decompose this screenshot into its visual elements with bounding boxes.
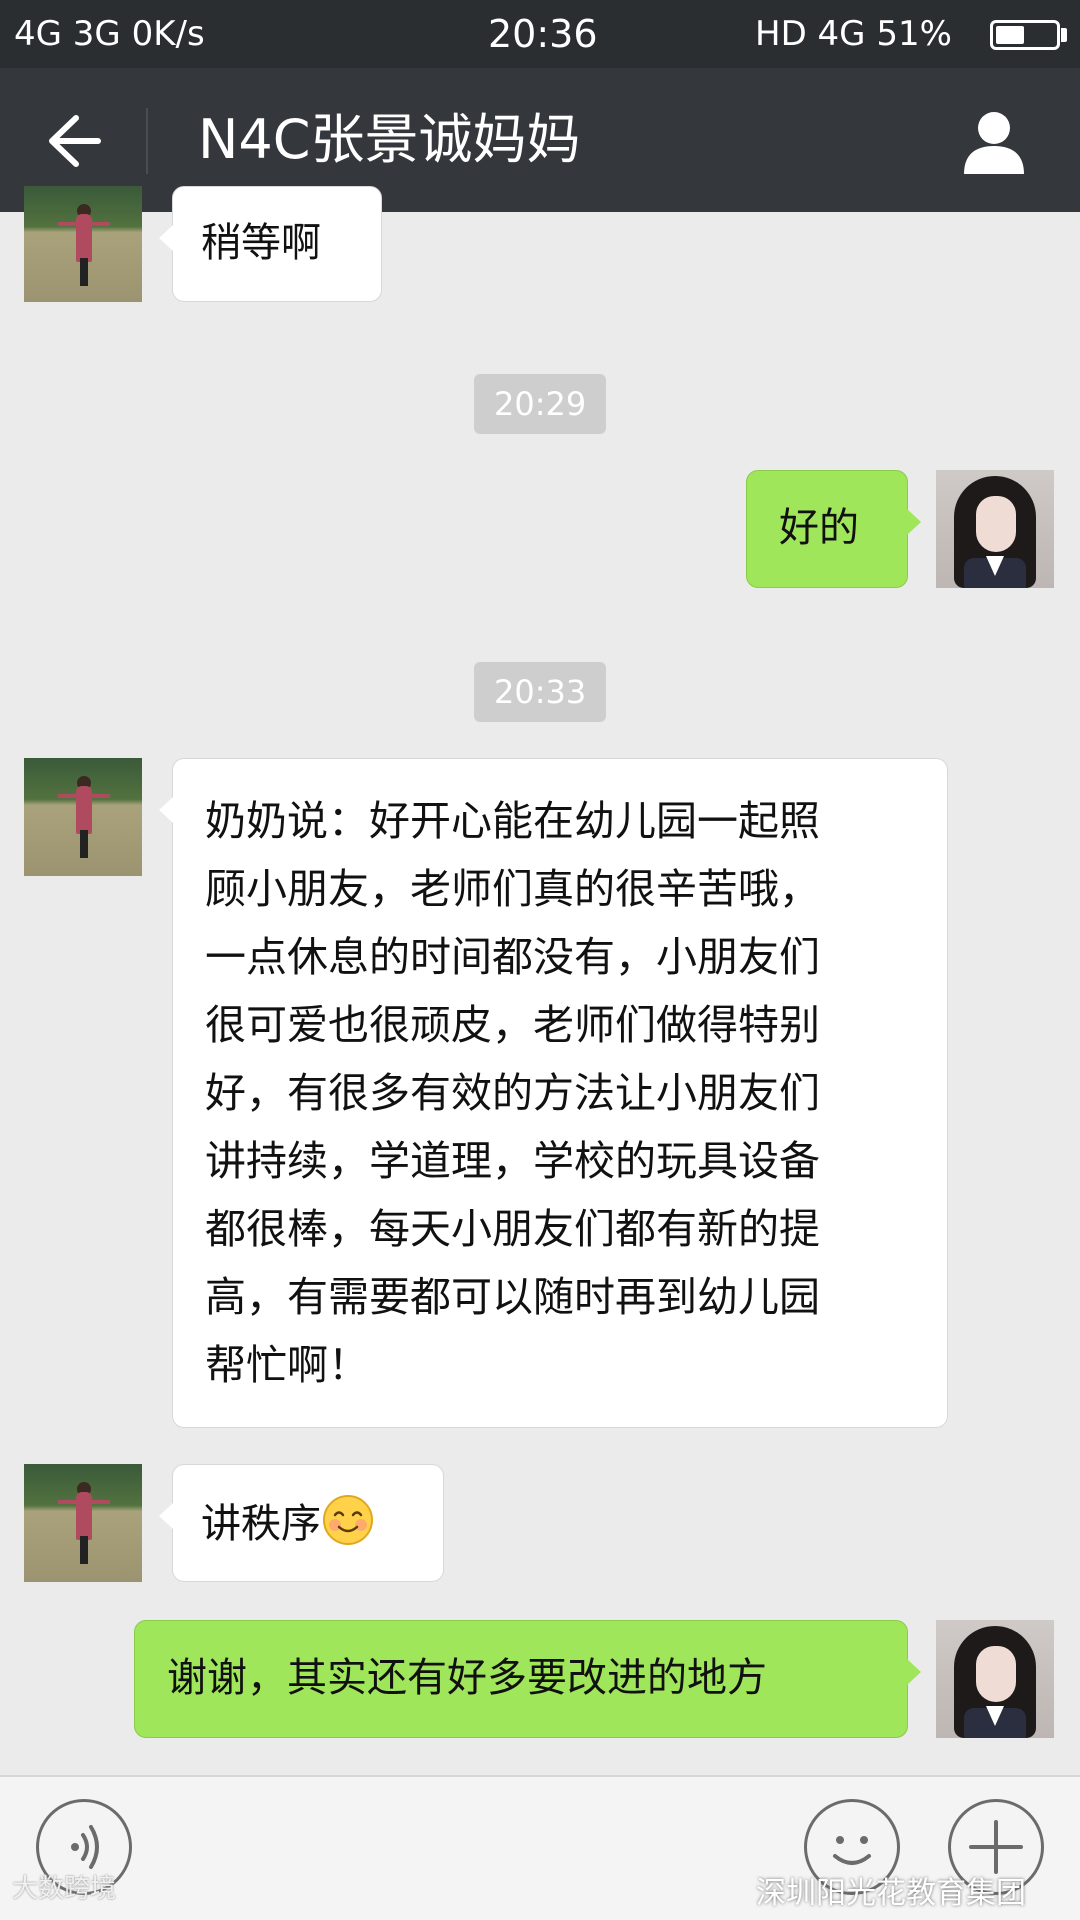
my-avatar[interactable]: [936, 1620, 1054, 1738]
message-line: 帮忙啊！: [205, 1341, 369, 1389]
chat-title: N4C张景诚妈妈: [198, 108, 581, 171]
message-line: 顾小朋友，老师们真的很辛苦哦，: [205, 865, 820, 913]
back-arrow-icon: [49, 115, 101, 167]
chat-info-button[interactable]: [956, 104, 1032, 180]
message-text: 好的: [779, 505, 859, 551]
header-divider: [146, 108, 148, 174]
contact-avatar[interactable]: [24, 186, 142, 302]
message-line: 高，有需要都可以随时再到幼儿园: [205, 1273, 820, 1321]
message-line: 奶奶说：好开心能在幼儿园一起照: [205, 797, 820, 845]
contact-avatar[interactable]: [24, 1464, 142, 1582]
message-bubble-incoming[interactable]: 讲秩序: [159, 1464, 444, 1582]
message-line: 讲持续，学道理，学校的玩具设备: [205, 1137, 820, 1185]
battery-nub: [1061, 28, 1067, 42]
network-status: 4G 3G 0K/s: [14, 14, 205, 54]
status-bar: 4G 3G 0K/s 20:36 HD 4G 51%: [0, 0, 1080, 68]
message-bubble-outgoing[interactable]: 好的: [746, 470, 921, 588]
message-bubble-outgoing[interactable]: 谢谢，其实还有好多要改进的地方: [134, 1620, 921, 1738]
chat-header: N4C张景诚妈妈: [0, 68, 1080, 212]
message-text: 讲秩序: [201, 1501, 321, 1547]
battery-icon: [990, 20, 1060, 50]
back-button[interactable]: [30, 106, 110, 176]
message-bubble-incoming[interactable]: 奶奶说：好开心能在幼儿园一起照 顾小朋友，老师们真的很辛苦哦， 一点休息的时间都…: [159, 758, 948, 1428]
message-bubble-incoming[interactable]: 稍等啊: [159, 186, 382, 302]
message-line: 很可爱也很顽皮，老师们做得特别: [205, 1001, 820, 1049]
message-text: 谢谢，其实还有好多要改进的地方: [167, 1655, 767, 1701]
message-line: 一点休息的时间都没有，小朋友们: [205, 933, 820, 981]
clock: 20:36: [488, 12, 598, 56]
watermark-left: 大数跨境: [12, 1874, 117, 1904]
system-indicators: HD 4G 51%: [755, 14, 952, 54]
message-line: 好，有很多有效的方法让小朋友们: [205, 1069, 820, 1117]
contact-avatar[interactable]: [24, 758, 142, 876]
my-avatar[interactable]: [936, 470, 1054, 588]
timestamp: 20:33: [474, 662, 607, 722]
smile-emoji-icon: [323, 1495, 373, 1545]
timestamp: 20:29: [474, 374, 607, 434]
message-text: 稍等啊: [201, 220, 321, 266]
watermark-right: 深圳阳光花教育集团: [756, 1876, 1026, 1911]
person-icon: [964, 112, 1024, 174]
message-line: 都很棒，每天小朋友们都有新的提: [205, 1205, 820, 1253]
